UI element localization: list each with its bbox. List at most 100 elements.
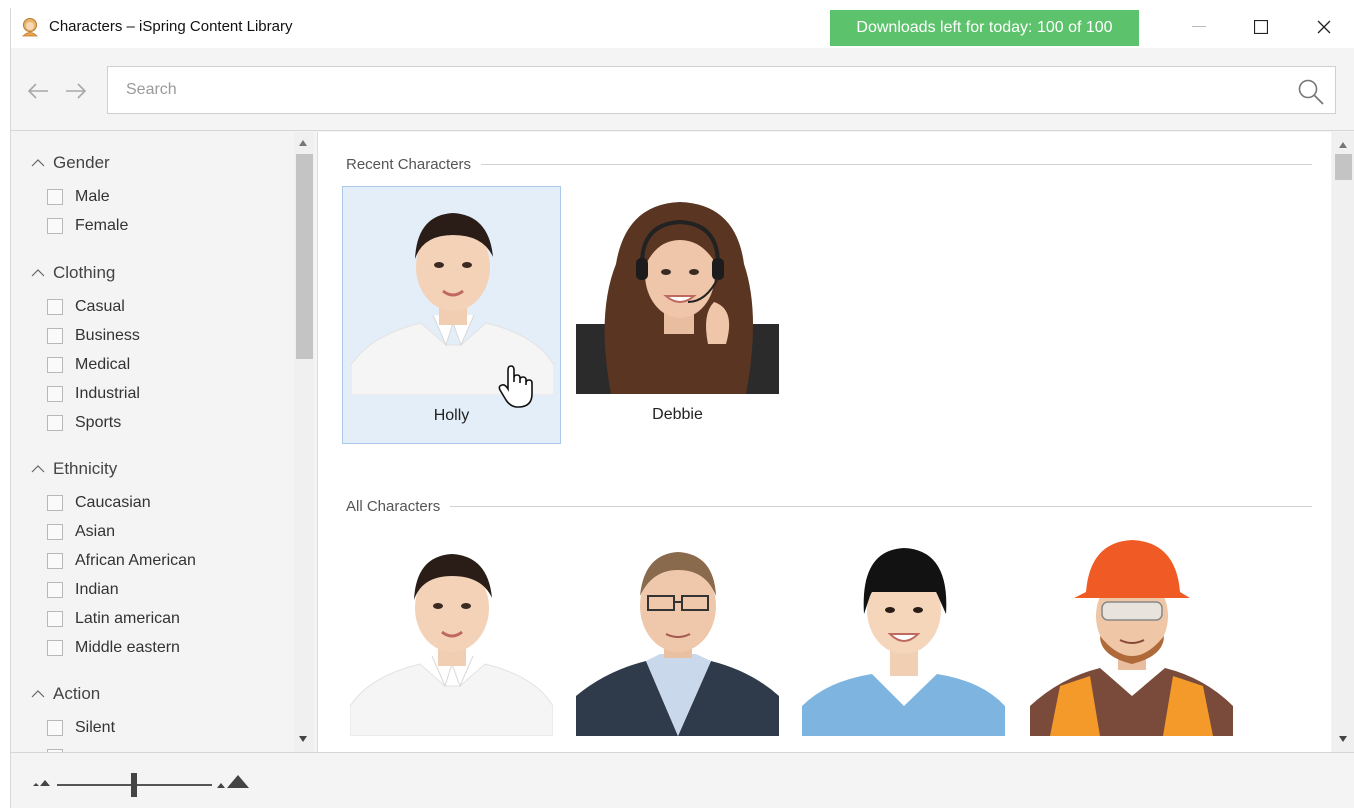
scroll-down-arrow-icon[interactable]: [1339, 736, 1347, 742]
filter-label: Male: [75, 188, 110, 205]
character-portrait-debbie: [576, 202, 779, 394]
filter-sidebar: Gender Male Female Clothing Casual Busin…: [11, 132, 316, 752]
filter-item-medical[interactable]: Medical: [47, 354, 130, 376]
zoom-in-icon[interactable]: [217, 773, 251, 789]
app-character-icon: [22, 18, 38, 37]
zoom-slider-thumb[interactable]: [131, 773, 137, 797]
checkbox[interactable]: [47, 720, 63, 736]
filter-label: Indian: [75, 581, 119, 598]
filter-group-header[interactable]: Gender: [31, 152, 110, 174]
chevron-up-icon: [31, 269, 45, 277]
chevron-up-icon: [31, 690, 45, 698]
filter-label: Medical: [75, 356, 131, 373]
scrollbar-thumb[interactable]: [1335, 154, 1352, 180]
arrow-right-icon: [66, 83, 87, 99]
back-button[interactable]: [25, 78, 51, 104]
maximize-icon: [1254, 20, 1268, 34]
filter-group-title: Gender: [53, 153, 110, 172]
filter-label: Middle eastern: [75, 639, 180, 656]
filter-item-caucasian[interactable]: Caucasian: [47, 492, 151, 514]
filter-item-asian[interactable]: Asian: [47, 521, 115, 543]
checkbox[interactable]: [47, 386, 63, 402]
character-portrait: [1030, 540, 1233, 736]
section-divider: [481, 163, 1312, 165]
filter-label: African American: [75, 552, 196, 569]
search-box: [107, 66, 1336, 114]
filter-label: Silent: [75, 719, 116, 736]
filter-label: Asian: [75, 523, 116, 540]
filter-item-business[interactable]: Business: [47, 325, 140, 347]
minimize-icon: [1192, 26, 1206, 27]
filter-item-casual[interactable]: Casual: [47, 296, 125, 318]
zoom-out-icon[interactable]: [33, 779, 51, 787]
scrollbar-thumb[interactable]: [296, 154, 313, 359]
filter-group-title: Action: [53, 684, 101, 703]
title-bar: Characters – iSpring Content Library Dow…: [11, 8, 1354, 48]
recent-characters-header: Recent Characters: [346, 154, 1312, 174]
filter-item-silent[interactable]: Silent: [47, 717, 115, 739]
checkbox[interactable]: [47, 524, 63, 540]
checkbox[interactable]: [47, 415, 63, 431]
checkbox[interactable]: [47, 495, 63, 511]
minimize-button[interactable]: [1176, 8, 1222, 46]
character-card[interactable]: [794, 528, 1013, 752]
filter-item-industrial[interactable]: Industrial: [47, 383, 140, 405]
character-card[interactable]: [568, 528, 787, 752]
filter-label: Female: [75, 217, 129, 234]
search-input[interactable]: [126, 79, 1276, 101]
forward-button[interactable]: [63, 78, 89, 104]
checkbox[interactable]: [47, 189, 63, 205]
all-characters-header: All Characters: [346, 496, 1312, 516]
filter-group-header[interactable]: Clothing: [31, 262, 115, 284]
filter-label: Business: [75, 327, 140, 344]
chevron-up-icon: [31, 465, 45, 473]
character-gallery: Recent Characters Holly Debbie All Chara…: [317, 132, 1331, 752]
filter-item-male[interactable]: Male: [47, 186, 110, 208]
sidebar-scrollbar[interactable]: [294, 132, 314, 752]
close-icon: [1317, 20, 1331, 34]
filter-label: Sports: [75, 414, 122, 431]
section-title: All Characters: [346, 497, 441, 515]
checkbox[interactable]: [47, 640, 63, 656]
character-card-debbie[interactable]: Debbie: [568, 186, 787, 444]
filter-group-header[interactable]: Action: [31, 683, 100, 705]
arrow-left-icon: [27, 83, 48, 99]
scroll-up-arrow-icon[interactable]: [1339, 142, 1347, 148]
window-title: Characters – iSpring Content Library: [49, 18, 293, 35]
filter-group-header[interactable]: Ethnicity: [31, 458, 117, 480]
scroll-down-arrow-icon[interactable]: [299, 736, 307, 742]
downloads-left-badge: Downloads left for today: 100 of 100: [830, 10, 1139, 46]
filter-item-middle-eastern[interactable]: Middle eastern: [47, 637, 180, 659]
filter-group-title: Clothing: [53, 263, 116, 282]
checkbox[interactable]: [47, 218, 63, 234]
hand-cursor-icon: [498, 365, 533, 408]
filter-label: Caucasian: [75, 494, 151, 511]
checkbox[interactable]: [47, 582, 63, 598]
footer-bar: [11, 752, 1354, 808]
filter-group-title: Ethnicity: [53, 459, 118, 478]
checkbox[interactable]: [47, 611, 63, 627]
maximize-button[interactable]: [1238, 8, 1284, 46]
filter-item-female[interactable]: Female: [47, 215, 128, 237]
character-portrait: [802, 548, 1005, 736]
filter-item-indian[interactable]: Indian: [47, 579, 119, 601]
character-card[interactable]: [342, 528, 561, 752]
filter-item-african-american[interactable]: African American: [47, 550, 196, 572]
content-library-window: Characters – iSpring Content Library Dow…: [10, 8, 1354, 808]
close-button[interactable]: [1301, 8, 1347, 46]
filter-item-latin-american[interactable]: Latin american: [47, 608, 180, 630]
section-title: Recent Characters: [346, 155, 472, 173]
toolbar: [11, 48, 1354, 131]
character-name: Debbie: [652, 406, 703, 423]
checkbox[interactable]: [47, 299, 63, 315]
filter-item-sports[interactable]: Sports: [47, 412, 121, 434]
filter-label: Casual: [75, 298, 125, 315]
character-card[interactable]: [1022, 528, 1241, 752]
section-divider: [450, 505, 1312, 507]
checkbox[interactable]: [47, 328, 63, 344]
scroll-up-arrow-icon[interactable]: [299, 140, 307, 146]
search-icon[interactable]: [1297, 78, 1325, 106]
checkbox[interactable]: [47, 553, 63, 569]
checkbox[interactable]: [47, 357, 63, 373]
gallery-scrollbar[interactable]: [1332, 132, 1354, 752]
